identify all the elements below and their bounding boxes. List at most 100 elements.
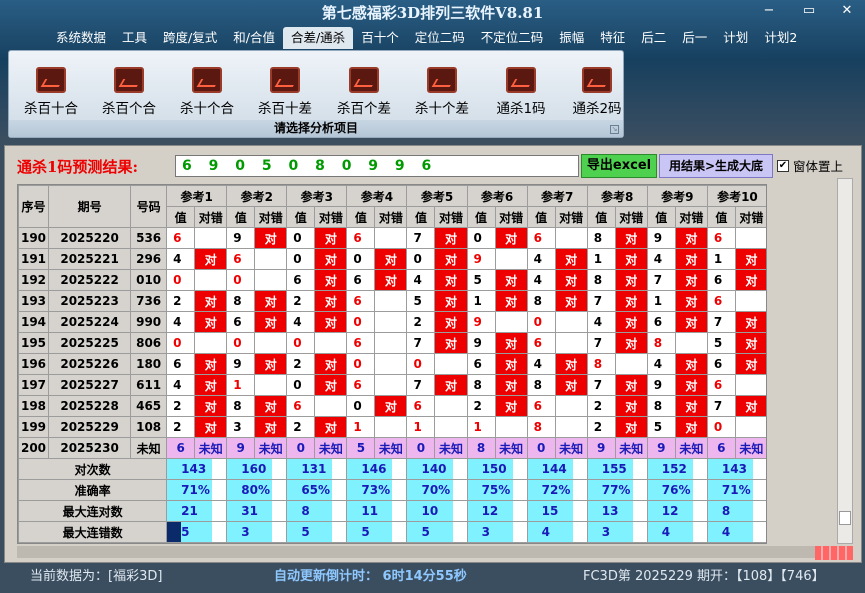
table-row[interactable]: 191 2025221 296 4 对 6 0 对 0 对 0 对 9 4 对 1 对 4 对 1 对 — [18, 248, 766, 270]
ribbon-button[interactable]: 通杀1码 — [481, 67, 561, 117]
col-header-ref[interactable]: 参考3 — [286, 185, 348, 207]
menu-item[interactable]: 计划2 — [756, 27, 805, 49]
ribbon-button-label: 杀百十合 — [24, 101, 78, 117]
generate-base-button[interactable]: 用结果>生成大底 — [659, 154, 773, 178]
number-cell: 未知 — [130, 437, 168, 459]
results-table: 序号 期号 号码 参考1 参考2 参考3 参考4 参考5 参考6 参考7 参考8 参考9 参考10 值 对错… — [18, 185, 767, 543]
value-cell: 1 — [586, 248, 616, 270]
ribbon-button[interactable]: 杀十个合 — [167, 67, 247, 117]
result-cell — [374, 416, 408, 438]
table-row[interactable]: 193 2025223 736 2 对 8 对 2 对 6 5 对 1 对 8 对 7 对 1 对 6 — [18, 290, 766, 312]
value-cell: 4 — [406, 269, 436, 291]
result-cell: 对 — [194, 248, 228, 270]
ribbon-button[interactable]: 杀百十差 — [245, 67, 325, 117]
number-cell: 806 — [130, 332, 168, 354]
menu-item[interactable]: 后一 — [674, 27, 715, 49]
col-header-ref[interactable]: 参考9 — [646, 185, 708, 207]
scrollbar-thumb[interactable] — [839, 511, 851, 525]
export-excel-button[interactable]: 导出excel — [581, 154, 657, 178]
number-cell: 010 — [130, 269, 168, 291]
col-header-ref[interactable]: 参考8 — [586, 185, 648, 207]
col-header-ref[interactable]: 参考5 — [406, 185, 468, 207]
menu-item[interactable]: 百十个 — [353, 27, 407, 49]
stats-value: 77% — [600, 479, 634, 501]
stats-value: 4 — [720, 521, 755, 543]
topmost-checkbox[interactable]: ✔ 窗体置上 — [777, 156, 843, 175]
value-cell: 0 — [406, 437, 436, 459]
result-cell: 对 — [674, 353, 708, 375]
col-header-ref[interactable]: 参考10 — [706, 185, 766, 207]
col-header-ref[interactable]: 参考2 — [226, 185, 288, 207]
col-header-ref[interactable]: 参考4 — [346, 185, 408, 207]
vertical-scrollbar[interactable] — [837, 178, 853, 544]
table-row[interactable]: 199 2025229 108 2 对 3 对 2 对 1 1 1 8 2 对 5 对 0 — [18, 416, 766, 438]
menu-item[interactable]: 振幅 — [551, 27, 592, 49]
table-row[interactable]: 192 2025222 010 0 0 6 对 6 对 4 对 5 对 4 对 8 对 7 对 6 对 — [18, 269, 766, 291]
checkbox-icon[interactable]: ✔ — [777, 159, 789, 172]
ribbon-button[interactable]: 杀百十合 — [11, 67, 91, 117]
result-cell: 对 — [494, 332, 528, 354]
menu-item[interactable]: 不定位二码 — [473, 27, 552, 49]
result-cell — [494, 416, 528, 438]
menu-item[interactable]: 工具 — [114, 27, 155, 49]
result-cell: 对 — [494, 227, 528, 249]
col-header-ref[interactable]: 参考7 — [526, 185, 588, 207]
menu-item[interactable]: 系统数据 — [48, 27, 114, 49]
issue-cell: 2025225 — [48, 332, 132, 354]
result-cell: 对 — [434, 290, 468, 312]
prediction-result-field[interactable]: 6 9 0 5 0 8 0 9 9 6 — [175, 155, 579, 177]
menu-item[interactable]: 合差/通杀 — [282, 27, 354, 49]
menu-item[interactable]: 计划 — [715, 27, 756, 49]
number-cell: 296 — [130, 248, 168, 270]
result-cell: 未知 — [554, 437, 588, 459]
table-row[interactable]: 196 2025226 180 6 对 9 对 2 对 0 0 6 对 4 对 8 4 对 6 对 — [18, 353, 766, 375]
col-header-issue[interactable]: 期号 — [48, 185, 132, 228]
number-cell: 611 — [130, 374, 168, 396]
result-cell — [254, 332, 288, 354]
result-cell: 对 — [614, 395, 648, 417]
table-row[interactable]: 197 2025227 611 4 对 1 0 对 6 7 对 8 对 8 对 7 对 9 对 6 — [18, 374, 766, 396]
value-cell: 6 — [166, 353, 196, 375]
ribbon-launcher-icon[interactable]: ↘ — [610, 125, 619, 134]
ribbon-button[interactable]: 杀百个合 — [89, 67, 169, 117]
ribbon-button[interactable]: 杀十个差 — [402, 67, 482, 117]
chart-icon — [582, 67, 612, 93]
table-row[interactable]: 198 2025228 465 2 对 8 对 6 0 对 6 2 对 6 2 对 8 对 7 对 — [18, 395, 766, 417]
value-cell: 8 — [226, 290, 256, 312]
issue-cell: 2025222 — [48, 269, 132, 291]
stats-value: 65% — [300, 479, 334, 501]
menu-item[interactable]: 定位二码 — [407, 27, 473, 49]
col-header-seq[interactable]: 序号 — [18, 185, 50, 228]
value-cell: 7 — [406, 332, 436, 354]
result-cell: 对 — [614, 416, 648, 438]
table-row[interactable]: 200 2025230 未知 6 未知 9 未知 0 未知 5 未知 0 未知 8 未知 0 未知 9 未知 9 未知 6… — [18, 437, 766, 459]
menu-item[interactable]: 特征 — [592, 27, 633, 49]
result-cell: 对 — [194, 290, 228, 312]
col-header-ref[interactable]: 参考1 — [166, 185, 228, 207]
col-header-value: 值 — [646, 206, 676, 228]
menu-item[interactable]: 后二 — [633, 27, 674, 49]
ribbon-button[interactable]: 通杀2码 — [557, 67, 637, 117]
stats-value: 4 — [540, 521, 574, 543]
table-row[interactable]: 194 2025224 990 4 对 6 对 4 对 0 2 对 9 0 4 对 6 对 7 对 — [18, 311, 766, 333]
value-cell: 0 — [466, 227, 496, 249]
result-cell: 未知 — [434, 437, 468, 459]
ribbon-button[interactable]: 杀百个差 — [324, 67, 404, 117]
menu-item[interactable]: 和/合值 — [225, 27, 283, 49]
col-header-number[interactable]: 号码 — [130, 185, 168, 228]
result-cell: 对 — [734, 395, 766, 417]
col-header-ref[interactable]: 参考6 — [466, 185, 528, 207]
value-cell: 6 — [706, 227, 736, 249]
stats-value: 8 — [720, 500, 755, 522]
stats-row: 准确率 71% 80% 65% 73% 70% 75% 72% 77% 76% 71% — [18, 479, 767, 501]
col-header-result: 对错 — [254, 206, 288, 228]
minimize-icon[interactable]: − — [756, 3, 782, 19]
table-row[interactable]: 190 2025220 536 6 9 对 0 对 6 7 对 0 对 6 8 对 9 对 6 — [18, 227, 766, 249]
restore-icon[interactable]: ▭ — [796, 3, 822, 19]
result-cell: 对 — [374, 395, 408, 417]
col-header-value: 值 — [586, 206, 616, 228]
close-icon[interactable]: ✕ — [834, 3, 860, 19]
result-cell — [194, 269, 228, 291]
table-row[interactable]: 195 2025225 806 0 0 0 6 7 对 9 对 6 7 对 8 5 对 — [18, 332, 766, 354]
menu-item[interactable]: 跨度/复式 — [155, 27, 225, 49]
